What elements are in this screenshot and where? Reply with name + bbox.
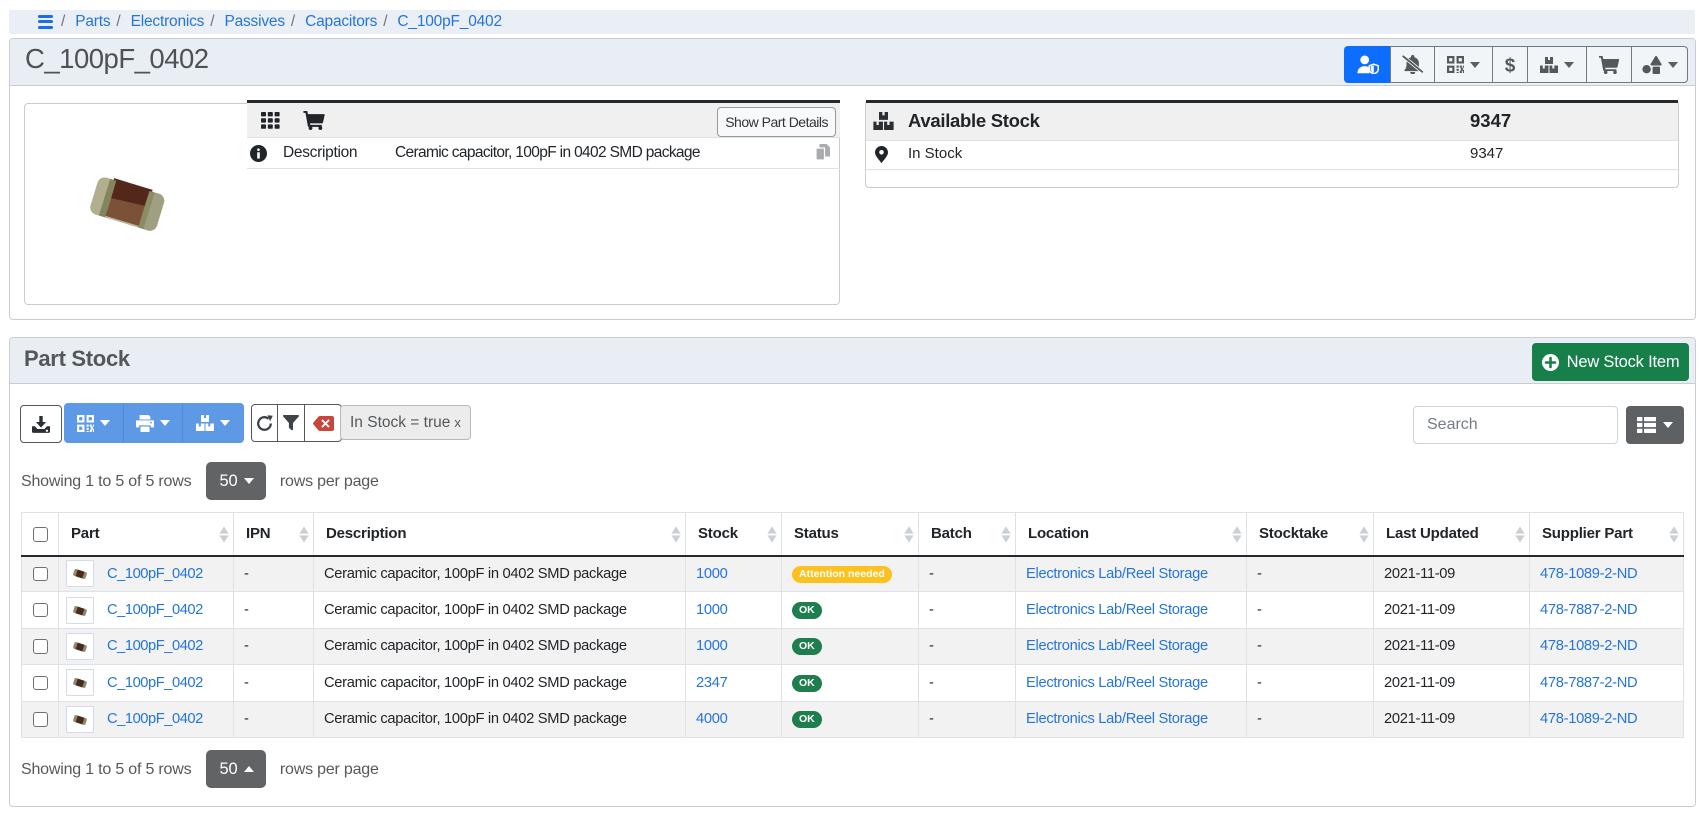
svg-text:$: $	[1505, 55, 1516, 75]
